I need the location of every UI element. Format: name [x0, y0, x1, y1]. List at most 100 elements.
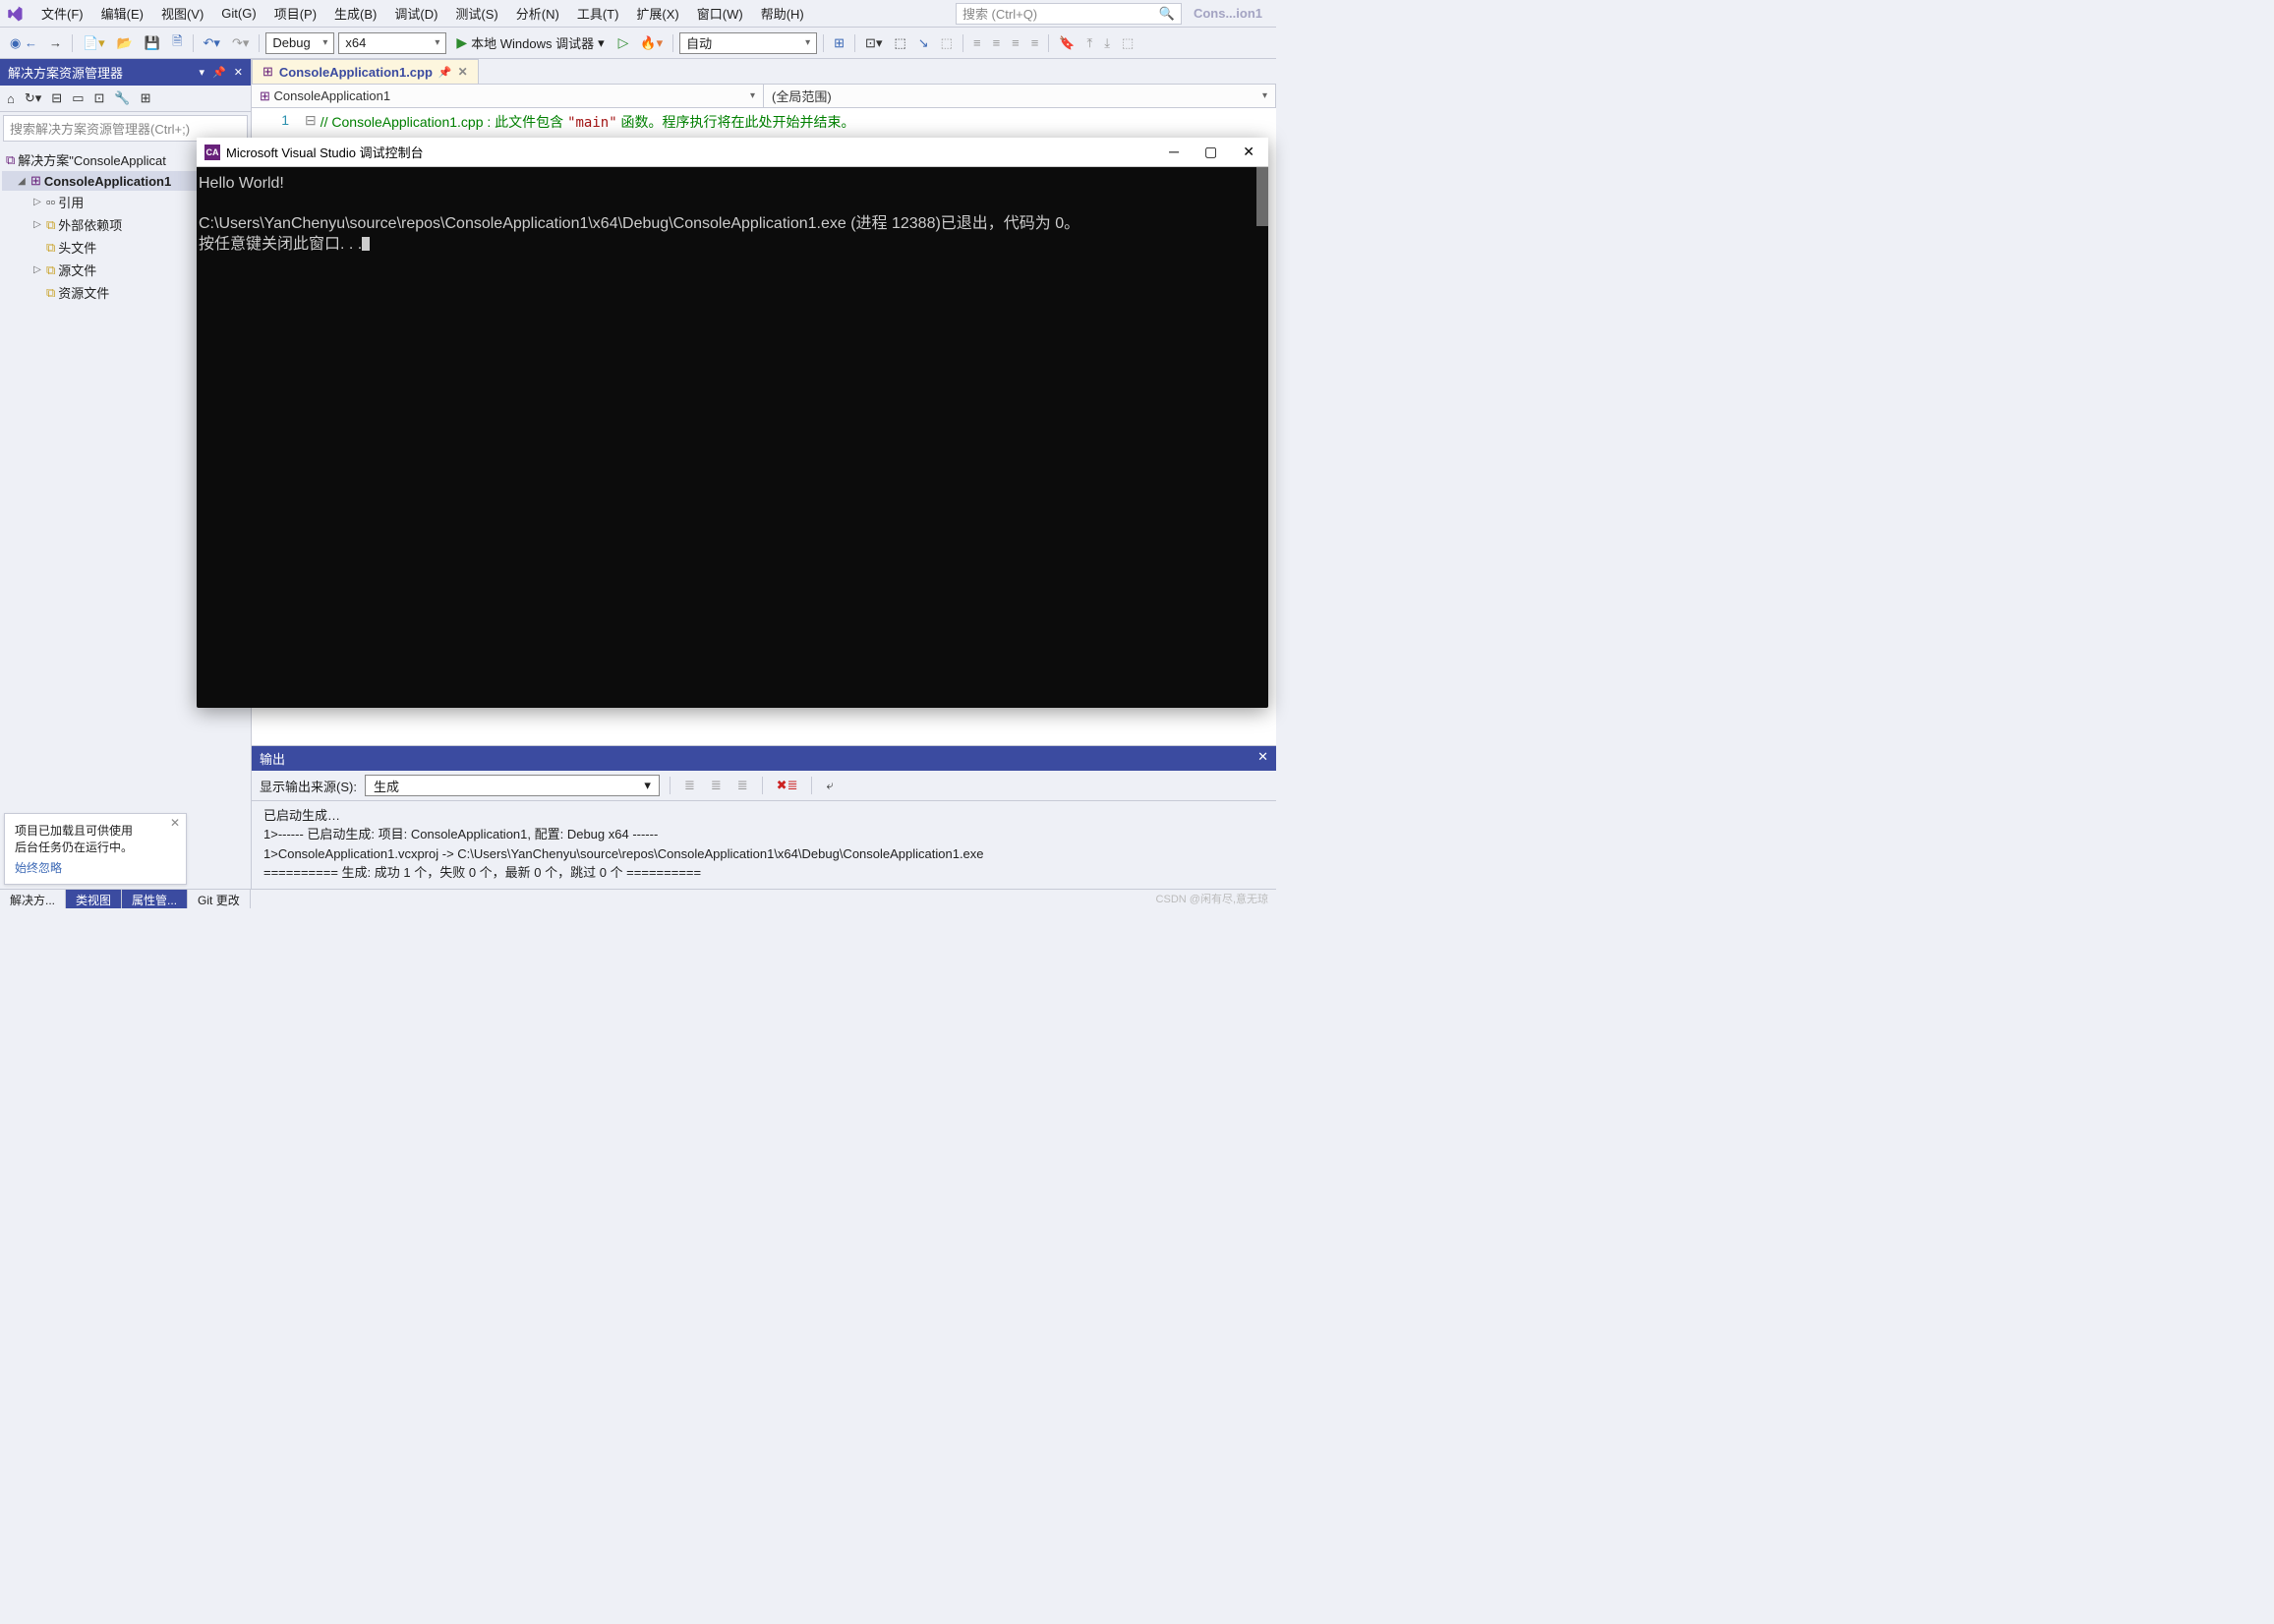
vs-logo-icon: [4, 3, 26, 25]
code-area[interactable]: 1 ⊟ // ConsoleApplication1.cpp : 此文件包含 "…: [252, 108, 1276, 136]
nav-scope-dropdown[interactable]: ⊞ ConsoleApplication1▾: [252, 85, 764, 107]
hot-reload-button[interactable]: 🔥▾: [636, 32, 667, 54]
output-wrap-icon[interactable]: ⤶: [822, 775, 837, 796]
start-debug-button[interactable]: ▶ 本地 Windows 调试器▾: [450, 33, 610, 52]
output-title: 输出 ✕: [252, 746, 1276, 771]
redo-button[interactable]: ↷▾: [228, 32, 253, 54]
menu-project[interactable]: 项目(P): [266, 1, 324, 26]
search-input[interactable]: 搜索 (Ctrl+Q) 🔍: [956, 3, 1182, 25]
solution-explorer-title: 解决方案资源管理器 ▾ 📌 ✕: [0, 59, 251, 86]
menu-view[interactable]: 视图(V): [153, 1, 211, 26]
console-titlebar[interactable]: CA Microsoft Visual Studio 调试控制台 ─ ▢ ✕: [197, 138, 1268, 167]
save-button[interactable]: 💾: [141, 32, 164, 54]
menu-bar: 文件(F) 编辑(E) 视图(V) Git(G) 项目(P) 生成(B) 调试(…: [0, 0, 1276, 28]
search-icon: 🔍: [1159, 6, 1175, 22]
console-title-text: Microsoft Visual Studio 调试控制台: [226, 143, 424, 161]
notification-popup: ✕ 项目已加载且可供使用 后台任务仍在运行中。 始终忽略: [4, 813, 187, 885]
tool-icon-1[interactable]: ⊞: [830, 32, 848, 54]
platform-dropdown[interactable]: x64▾: [338, 32, 446, 54]
menu-build[interactable]: 生成(B): [326, 1, 384, 26]
show-all-icon[interactable]: ▭: [69, 88, 87, 108]
tool-icon-2[interactable]: ⊡▾: [861, 32, 886, 54]
refresh-icon[interactable]: ⊡: [90, 88, 107, 108]
panel-close-icon[interactable]: ✕: [234, 66, 243, 79]
output-text[interactable]: 已启动生成… 1>------ 已启动生成: 项目: ConsoleApplic…: [252, 801, 1276, 889]
close-window-icon[interactable]: ✕: [1243, 144, 1254, 160]
maximize-icon[interactable]: ▢: [1204, 144, 1217, 160]
menu-test[interactable]: 测试(S): [447, 1, 505, 26]
notif-line1: 项目已加载且可供使用: [15, 822, 176, 839]
notif-ignore-link[interactable]: 始终忽略: [15, 859, 176, 876]
status-tab-git[interactable]: Git 更改: [188, 890, 251, 908]
debugger-label: 本地 Windows 调试器: [471, 33, 594, 52]
console-logo-icon: CA: [204, 145, 220, 160]
chevron-down-icon: ▾: [322, 37, 327, 48]
uncomment-icon[interactable]: ≡: [1027, 32, 1043, 53]
start-without-debug-button[interactable]: ▷: [614, 31, 633, 54]
output-source-dropdown[interactable]: 生成▾: [365, 775, 660, 796]
open-file-button[interactable]: 📂: [113, 32, 137, 54]
notif-line2: 后台任务仍在运行中。: [15, 839, 176, 855]
nav-back-button[interactable]: ◉ ←: [6, 32, 41, 54]
tool-icon-5[interactable]: ⬚: [937, 32, 957, 54]
cursor-icon: [362, 237, 370, 251]
output-prev-icon[interactable]: ≣: [707, 775, 726, 796]
indent-right-icon[interactable]: ≡: [989, 32, 1005, 53]
main-toolbar: ◉ ← → 📄▾ 📂 💾 🗎 ↶▾ ↷▾ Debug▾ x64▾ ▶ 本地 Wi…: [0, 28, 1276, 59]
close-tab-icon[interactable]: ✕: [458, 65, 468, 79]
auto-dropdown[interactable]: 自动▾: [679, 32, 817, 54]
pin-icon[interactable]: 📌: [438, 66, 452, 79]
panel-dropdown-icon[interactable]: ▾: [200, 66, 205, 79]
bookmark-clear-icon[interactable]: ⬚: [1118, 32, 1137, 54]
tool-icon-4[interactable]: ↘: [914, 32, 933, 54]
sync-icon[interactable]: ↻▾: [22, 88, 44, 108]
menu-tools[interactable]: 工具(T): [569, 1, 627, 26]
menu-edit[interactable]: 编辑(E): [93, 1, 151, 26]
output-next-icon[interactable]: ≣: [733, 775, 752, 796]
status-bar: 解决方... 类视图 属性管... Git 更改: [0, 889, 1276, 908]
tab-file[interactable]: ⊞ ConsoleApplication1.cpp 📌 ✕: [252, 59, 479, 84]
menu-file[interactable]: 文件(F): [33, 1, 91, 26]
output-toolbar: 显示输出来源(S): 生成▾ ≣ ≣ ≣ ✖≣ ⤶: [252, 771, 1276, 801]
undo-button[interactable]: ↶▾: [200, 32, 224, 54]
bookmark-icon[interactable]: 🔖: [1055, 32, 1079, 54]
indent-left-icon[interactable]: ≡: [969, 32, 985, 53]
collapse-icon[interactable]: ⊟: [48, 88, 65, 108]
menu-extensions[interactable]: 扩展(X): [628, 1, 686, 26]
properties-icon[interactable]: 🔧: [111, 88, 133, 108]
minimize-icon[interactable]: ─: [1169, 144, 1179, 160]
menu-window[interactable]: 窗口(W): [689, 1, 751, 26]
output-goto-icon[interactable]: ≣: [680, 775, 699, 796]
comment-icon[interactable]: ≡: [1008, 32, 1023, 53]
notif-close-icon[interactable]: ✕: [170, 816, 180, 830]
chevron-down-icon: ▾: [435, 37, 439, 48]
fold-icon[interactable]: ⊟: [301, 112, 321, 132]
status-tab-classview[interactable]: 类视图: [66, 890, 122, 908]
save-all-button[interactable]: 🗎: [168, 29, 186, 57]
chevron-down-icon: ▾: [805, 37, 810, 48]
menu-analyze[interactable]: 分析(N): [508, 1, 567, 26]
output-panel: 输出 ✕ 显示输出来源(S): 生成▾ ≣ ≣ ≣ ✖≣ ⤶ 已启动生成… 1>…: [252, 745, 1276, 889]
line-number: 1: [252, 112, 301, 132]
expander-icon[interactable]: ◢: [16, 176, 28, 187]
menu-git[interactable]: Git(G): [213, 3, 263, 24]
home-icon[interactable]: ⌂: [4, 88, 18, 108]
console-output[interactable]: Hello World! C:\Users\YanChenyu\source\r…: [197, 167, 1268, 708]
new-item-button[interactable]: 📄▾: [79, 32, 109, 54]
menu-help[interactable]: 帮助(H): [753, 1, 812, 26]
search-placeholder: 搜索 (Ctrl+Q): [962, 4, 1037, 23]
panel-pin-icon[interactable]: 📌: [212, 66, 226, 79]
output-clear-icon[interactable]: ✖≣: [773, 775, 802, 796]
editor-tabs: ⊞ ConsoleApplication1.cpp 📌 ✕: [252, 59, 1276, 85]
nav-forward-button[interactable]: →: [45, 32, 66, 53]
status-tab-solution[interactable]: 解决方...: [0, 890, 66, 908]
config-dropdown[interactable]: Debug▾: [265, 32, 334, 54]
preview-icon[interactable]: ⊞: [138, 88, 154, 108]
status-tab-properties[interactable]: 属性管...: [122, 890, 188, 908]
menu-debug[interactable]: 调试(D): [386, 1, 445, 26]
output-close-icon[interactable]: ✕: [1257, 749, 1268, 768]
bookmark-prev-icon[interactable]: ⤒: [1083, 32, 1097, 54]
nav-member-dropdown[interactable]: (全局范围)▾: [764, 85, 1276, 107]
bookmark-next-icon[interactable]: ⤓: [1100, 32, 1114, 54]
tool-icon-3[interactable]: ⬚: [890, 32, 909, 54]
